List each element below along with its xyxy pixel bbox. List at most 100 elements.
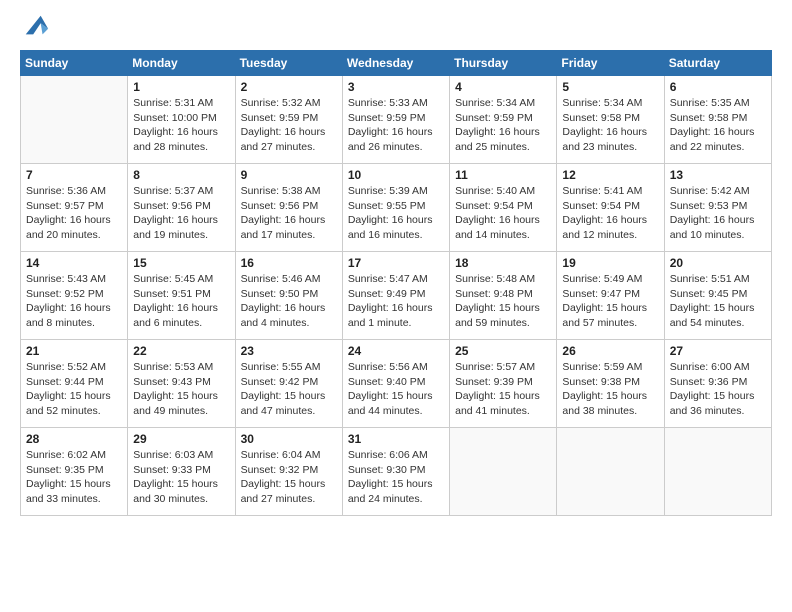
calendar-cell: 7 Sunrise: 5:36 AMSunset: 9:57 PMDaylight… (21, 164, 128, 252)
calendar-cell: 1Sunrise: 5:31 AMSunset: 10:00 PMDayligh… (128, 76, 235, 164)
day-number: 16 (241, 256, 337, 270)
day-info: Sunrise: 5:53 AMSunset: 9:43 PMDaylight:… (133, 360, 229, 419)
calendar-cell: 20 Sunrise: 5:51 AMSunset: 9:45 PMDayligh… (664, 252, 771, 340)
header (20, 16, 772, 40)
day-info: Sunrise: 6:04 AMSunset: 9:32 PMDaylight:… (241, 448, 337, 507)
day-number: 29 (133, 432, 229, 446)
calendar-cell: 15 Sunrise: 5:45 AMSunset: 9:51 PMDayligh… (128, 252, 235, 340)
day-number: 10 (348, 168, 444, 182)
calendar-cell: 6 Sunrise: 5:35 AMSunset: 9:58 PMDaylight… (664, 76, 771, 164)
day-number: 23 (241, 344, 337, 358)
calendar-cell: 16 Sunrise: 5:46 AMSunset: 9:50 PMDayligh… (235, 252, 342, 340)
calendar-cell: 4 Sunrise: 5:34 AMSunset: 9:59 PMDaylight… (450, 76, 557, 164)
calendar-table: SundayMondayTuesdayWednesdayThursdayFrid… (20, 50, 772, 516)
calendar-cell: 18 Sunrise: 5:48 AMSunset: 9:48 PMDayligh… (450, 252, 557, 340)
day-number: 30 (241, 432, 337, 446)
day-info: Sunrise: 5:40 AMSunset: 9:54 PMDaylight:… (455, 184, 551, 243)
logo (20, 16, 50, 40)
calendar-header-wednesday: Wednesday (342, 51, 449, 76)
day-number: 9 (241, 168, 337, 182)
calendar-week-5: 28 Sunrise: 6:02 AMSunset: 9:35 PMDayligh… (21, 428, 772, 516)
day-number: 15 (133, 256, 229, 270)
calendar-week-3: 14 Sunrise: 5:43 AMSunset: 9:52 PMDayligh… (21, 252, 772, 340)
day-number: 31 (348, 432, 444, 446)
day-info: Sunrise: 5:43 AMSunset: 9:52 PMDaylight:… (26, 272, 122, 331)
day-number: 25 (455, 344, 551, 358)
day-info: Sunrise: 5:45 AMSunset: 9:51 PMDaylight:… (133, 272, 229, 331)
day-number: 21 (26, 344, 122, 358)
calendar-cell: 26Sunrise: 5:59 AMSunset: 9:38 PMDayligh… (557, 340, 664, 428)
day-info: Sunrise: 5:35 AMSunset: 9:58 PMDaylight:… (670, 96, 766, 155)
calendar-cell: 21 Sunrise: 5:52 AMSunset: 9:44 PMDayligh… (21, 340, 128, 428)
day-number: 17 (348, 256, 444, 270)
day-number: 12 (562, 168, 658, 182)
day-info: Sunrise: 5:37 AMSunset: 9:56 PMDaylight:… (133, 184, 229, 243)
day-number: 7 (26, 168, 122, 182)
calendar-cell: 9 Sunrise: 5:38 AMSunset: 9:56 PMDaylight… (235, 164, 342, 252)
calendar-header-saturday: Saturday (664, 51, 771, 76)
day-info: Sunrise: 5:34 AMSunset: 9:58 PMDaylight:… (562, 96, 658, 155)
calendar-header-sunday: Sunday (21, 51, 128, 76)
day-number: 22 (133, 344, 229, 358)
calendar-cell: 22 Sunrise: 5:53 AMSunset: 9:43 PMDayligh… (128, 340, 235, 428)
day-info: Sunrise: 5:48 AMSunset: 9:48 PMDaylight:… (455, 272, 551, 331)
day-number: 4 (455, 80, 551, 94)
day-info: Sunrise: 5:32 AMSunset: 9:59 PMDaylight:… (241, 96, 337, 155)
calendar-cell: 12 Sunrise: 5:41 AMSunset: 9:54 PMDayligh… (557, 164, 664, 252)
calendar-cell: 24Sunrise: 5:56 AMSunset: 9:40 PMDayligh… (342, 340, 449, 428)
day-info: Sunrise: 5:46 AMSunset: 9:50 PMDaylight:… (241, 272, 337, 331)
day-number: 6 (670, 80, 766, 94)
day-info: Sunrise: 5:33 AMSunset: 9:59 PMDaylight:… (348, 96, 444, 155)
calendar-cell (664, 428, 771, 516)
calendar-cell: 8 Sunrise: 5:37 AMSunset: 9:56 PMDaylight… (128, 164, 235, 252)
logo-icon (22, 12, 50, 40)
day-number: 19 (562, 256, 658, 270)
day-info: Sunrise: 5:59 AMSunset: 9:38 PMDaylight:… (562, 360, 658, 419)
day-number: 14 (26, 256, 122, 270)
day-number: 1 (133, 80, 229, 94)
day-info: Sunrise: 5:52 AMSunset: 9:44 PMDaylight:… (26, 360, 122, 419)
calendar-cell (450, 428, 557, 516)
calendar-cell: 28 Sunrise: 6:02 AMSunset: 9:35 PMDayligh… (21, 428, 128, 516)
day-info: Sunrise: 5:36 AMSunset: 9:57 PMDaylight:… (26, 184, 122, 243)
calendar-cell: 23 Sunrise: 5:55 AMSunset: 9:42 PMDayligh… (235, 340, 342, 428)
calendar-cell: 29 Sunrise: 6:03 AMSunset: 9:33 PMDayligh… (128, 428, 235, 516)
calendar-cell: 13Sunrise: 5:42 AMSunset: 9:53 PMDayligh… (664, 164, 771, 252)
calendar-header-monday: Monday (128, 51, 235, 76)
day-number: 5 (562, 80, 658, 94)
day-info: Sunrise: 5:38 AMSunset: 9:56 PMDaylight:… (241, 184, 337, 243)
calendar-header-row: SundayMondayTuesdayWednesdayThursdayFrid… (21, 51, 772, 76)
calendar-cell: 5 Sunrise: 5:34 AMSunset: 9:58 PMDaylight… (557, 76, 664, 164)
day-info: Sunrise: 6:02 AMSunset: 9:35 PMDaylight:… (26, 448, 122, 507)
calendar-cell: 31 Sunrise: 6:06 AMSunset: 9:30 PMDayligh… (342, 428, 449, 516)
calendar-cell: 11Sunrise: 5:40 AMSunset: 9:54 PMDayligh… (450, 164, 557, 252)
day-number: 20 (670, 256, 766, 270)
day-info: Sunrise: 5:55 AMSunset: 9:42 PMDaylight:… (241, 360, 337, 419)
calendar-cell (557, 428, 664, 516)
day-info: Sunrise: 5:57 AMSunset: 9:39 PMDaylight:… (455, 360, 551, 419)
day-number: 2 (241, 80, 337, 94)
day-number: 8 (133, 168, 229, 182)
calendar-header-friday: Friday (557, 51, 664, 76)
day-number: 24 (348, 344, 444, 358)
calendar-cell: 27 Sunrise: 6:00 AMSunset: 9:36 PMDayligh… (664, 340, 771, 428)
day-info: Sunrise: 6:00 AMSunset: 9:36 PMDaylight:… (670, 360, 766, 419)
calendar-cell: 3Sunrise: 5:33 AMSunset: 9:59 PMDaylight… (342, 76, 449, 164)
day-info: Sunrise: 5:42 AMSunset: 9:53 PMDaylight:… (670, 184, 766, 243)
calendar-cell: 14 Sunrise: 5:43 AMSunset: 9:52 PMDayligh… (21, 252, 128, 340)
day-info: Sunrise: 6:03 AMSunset: 9:33 PMDaylight:… (133, 448, 229, 507)
calendar-cell: 19 Sunrise: 5:49 AMSunset: 9:47 PMDayligh… (557, 252, 664, 340)
day-info: Sunrise: 5:34 AMSunset: 9:59 PMDaylight:… (455, 96, 551, 155)
day-info: Sunrise: 6:06 AMSunset: 9:30 PMDaylight:… (348, 448, 444, 507)
day-number: 27 (670, 344, 766, 358)
day-number: 28 (26, 432, 122, 446)
calendar-cell: 10Sunrise: 5:39 AMSunset: 9:55 PMDayligh… (342, 164, 449, 252)
calendar-cell: 30 Sunrise: 6:04 AMSunset: 9:32 PMDayligh… (235, 428, 342, 516)
day-number: 18 (455, 256, 551, 270)
day-info: Sunrise: 5:51 AMSunset: 9:45 PMDaylight:… (670, 272, 766, 331)
day-info: Sunrise: 5:41 AMSunset: 9:54 PMDaylight:… (562, 184, 658, 243)
calendar-cell: 17Sunrise: 5:47 AMSunset: 9:49 PMDayligh… (342, 252, 449, 340)
day-info: Sunrise: 5:49 AMSunset: 9:47 PMDaylight:… (562, 272, 658, 331)
calendar-week-4: 21 Sunrise: 5:52 AMSunset: 9:44 PMDayligh… (21, 340, 772, 428)
calendar-cell: 2 Sunrise: 5:32 AMSunset: 9:59 PMDaylight… (235, 76, 342, 164)
